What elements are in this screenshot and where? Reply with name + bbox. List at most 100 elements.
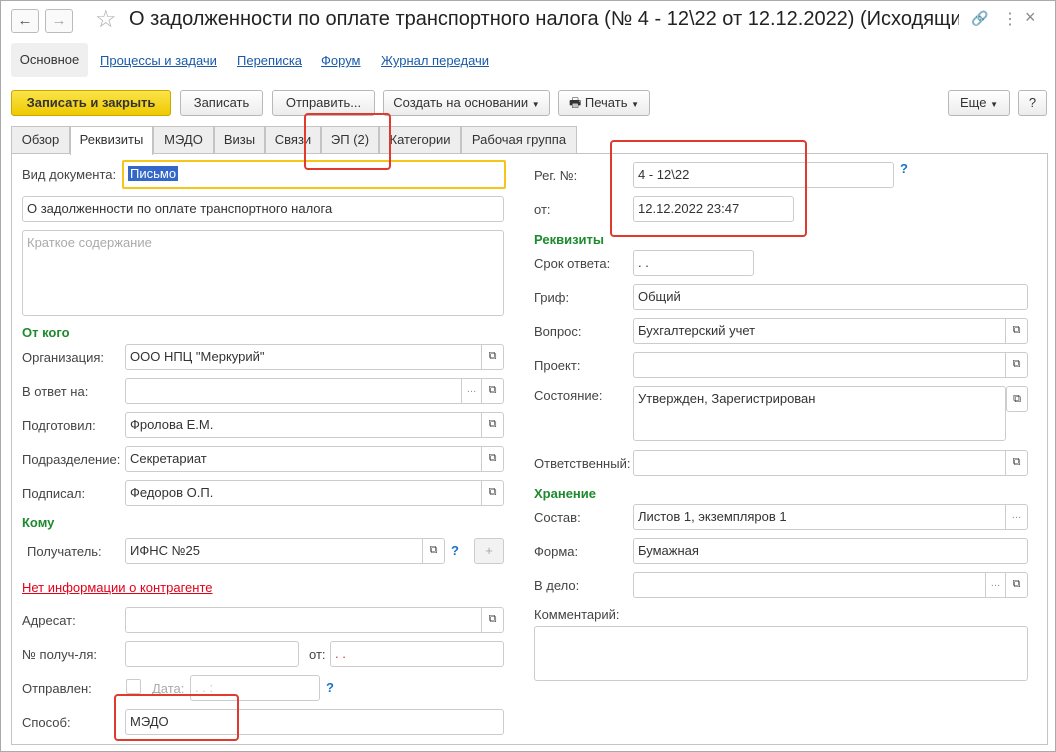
to-section: Кому [22,515,55,530]
chevron-down-icon: ▼ [631,100,640,109]
prepared-label: Подготовил: [22,418,96,433]
nav-forum[interactable]: Форум [321,53,361,68]
open-icon[interactable]: ⧉ [481,413,503,437]
save-button[interactable]: Записать [180,90,263,116]
more-label: Еще [960,95,987,110]
more-icon[interactable]: ⋮ [1002,9,1018,29]
signed-value: Федоров О.П. [130,485,214,500]
signed-field[interactable]: Федоров О.П. ⧉ [125,480,504,506]
rec-no-field[interactable] [125,641,299,667]
composition-field[interactable]: Листов 1, экземпляров 1 … [633,504,1028,530]
case-field[interactable]: … ⧉ [633,572,1028,598]
create-based-button[interactable]: Создать на основании ▼ [383,90,550,116]
state-open-button[interactable]: ⧉ [1006,386,1028,412]
tab-visas[interactable]: Визы [214,126,265,154]
reply-field[interactable]: … ⧉ [125,378,504,404]
state-field[interactable]: Утвержден, Зарегистрирован [633,386,1006,441]
open-icon[interactable]: ⧉ [422,539,444,563]
link-icon[interactable]: 🔗 [971,10,988,27]
prepared-value: Фролова Е.М. [130,417,214,432]
from-section: От кого [22,325,70,340]
page-title: О задолженности по оплате транспортного … [129,8,959,30]
tab-categories[interactable]: Категории [379,126,461,154]
subject-field[interactable]: О задолженности по оплате транспортного … [22,196,504,222]
addressee-field[interactable]: ⧉ [125,607,504,633]
dept-field[interactable]: Секретариат ⧉ [125,446,504,472]
printer-icon: 🖶 [568,95,582,110]
stamp-field[interactable]: Общий [633,284,1028,310]
form-label: Форма: [534,544,579,559]
save-close-button[interactable]: Записать и закрыть [11,90,171,116]
composition-value: Листов 1, экземпляров 1 [638,509,787,524]
org-value: ООО НПЦ "Меркурий" [130,349,265,364]
composition-label: Состав: [534,510,581,525]
close-icon[interactable]: × [1025,7,1036,28]
reg-label: Рег. №: [534,168,578,183]
more-button[interactable]: Еще ▼ [948,90,1010,116]
question-label: Вопрос: [534,324,582,339]
tab-requisites[interactable]: Реквизиты [70,126,153,155]
project-label: Проект: [534,358,581,373]
deadline-field[interactable]: . . [633,250,754,276]
state-label: Состояние: [534,388,603,403]
org-label: Организация: [22,350,105,365]
select-icon[interactable]: … [985,573,1005,597]
comment-field[interactable] [534,626,1028,681]
select-icon[interactable]: … [461,379,481,403]
rec-date-field[interactable]: . . [330,641,504,667]
help-button[interactable]: ? [1018,90,1047,116]
no-counterparty-info-link[interactable]: Нет информации о контрагенте [22,580,213,595]
rec-date-label: от: [309,647,326,662]
tab-workgroup[interactable]: Рабочая группа [461,126,577,154]
open-icon[interactable]: ⧉ [481,345,503,369]
comment-label: Комментарий: [534,607,620,622]
responsible-field[interactable]: ⧉ [633,450,1028,476]
back-button[interactable]: ← [11,9,39,33]
sent-label: Отправлен: [22,681,92,696]
signed-label: Подписал: [22,486,86,501]
tab-overview[interactable]: Обзор [11,126,70,154]
form-field[interactable]: Бумажная [633,538,1028,564]
project-field[interactable]: ⧉ [633,352,1028,378]
open-icon[interactable]: ⧉ [481,447,503,471]
help-icon[interactable]: ? [451,543,459,558]
deadline-label: Срок ответа: [534,256,611,271]
recipient-label: Получатель: [27,544,102,559]
doc-type-label: Вид документа: [22,167,117,182]
addressee-label: Адресат: [22,613,76,628]
sent-checkbox[interactable] [126,679,141,694]
org-field[interactable]: ООО НПЦ "Меркурий" ⧉ [125,344,504,370]
select-icon[interactable]: … [1005,505,1027,529]
open-icon[interactable]: ⧉ [481,608,503,632]
annotation-reg-number [610,140,807,237]
date-label: от: [534,202,551,217]
tab-medo[interactable]: МЭДО [153,126,214,154]
prepared-field[interactable]: Фролова Е.М. ⧉ [125,412,504,438]
dept-label: Подразделение: [22,452,121,467]
open-icon[interactable]: ⧉ [481,481,503,505]
responsible-label: Ответственный: [534,456,631,471]
nav-correspondence[interactable]: Переписка [237,53,302,68]
nav-processes[interactable]: Процессы и задачи [100,53,217,68]
nav-main[interactable]: Основное [11,43,88,77]
open-icon[interactable]: ⧉ [1005,573,1027,597]
nav-transfer-log[interactable]: Журнал передачи [381,53,489,68]
open-icon[interactable]: ⧉ [1005,451,1027,475]
annotation-ep-tab [304,113,391,170]
forward-button[interactable]: → [45,9,73,33]
star-icon[interactable]: ☆ [95,5,117,34]
add-contact-button[interactable]: + [474,538,504,564]
chevron-down-icon: ▼ [990,100,998,109]
open-icon[interactable]: ⧉ [1005,319,1027,343]
help-icon[interactable]: ? [326,680,334,695]
requisites-section: Реквизиты [534,232,604,247]
question-field[interactable]: Бухгалтерский учет ⧉ [633,318,1028,344]
print-button[interactable]: 🖶 Печать ▼ [558,90,650,116]
open-icon[interactable]: ⧉ [1005,353,1027,377]
dept-value: Секретариат [130,451,207,466]
annotation-method [114,694,239,741]
help-icon[interactable]: ? [900,161,908,176]
summary-field[interactable]: Краткое содержание [22,230,504,316]
recipient-field[interactable]: ИФНС №25 ⧉ [125,538,445,564]
open-icon[interactable]: ⧉ [481,379,503,403]
